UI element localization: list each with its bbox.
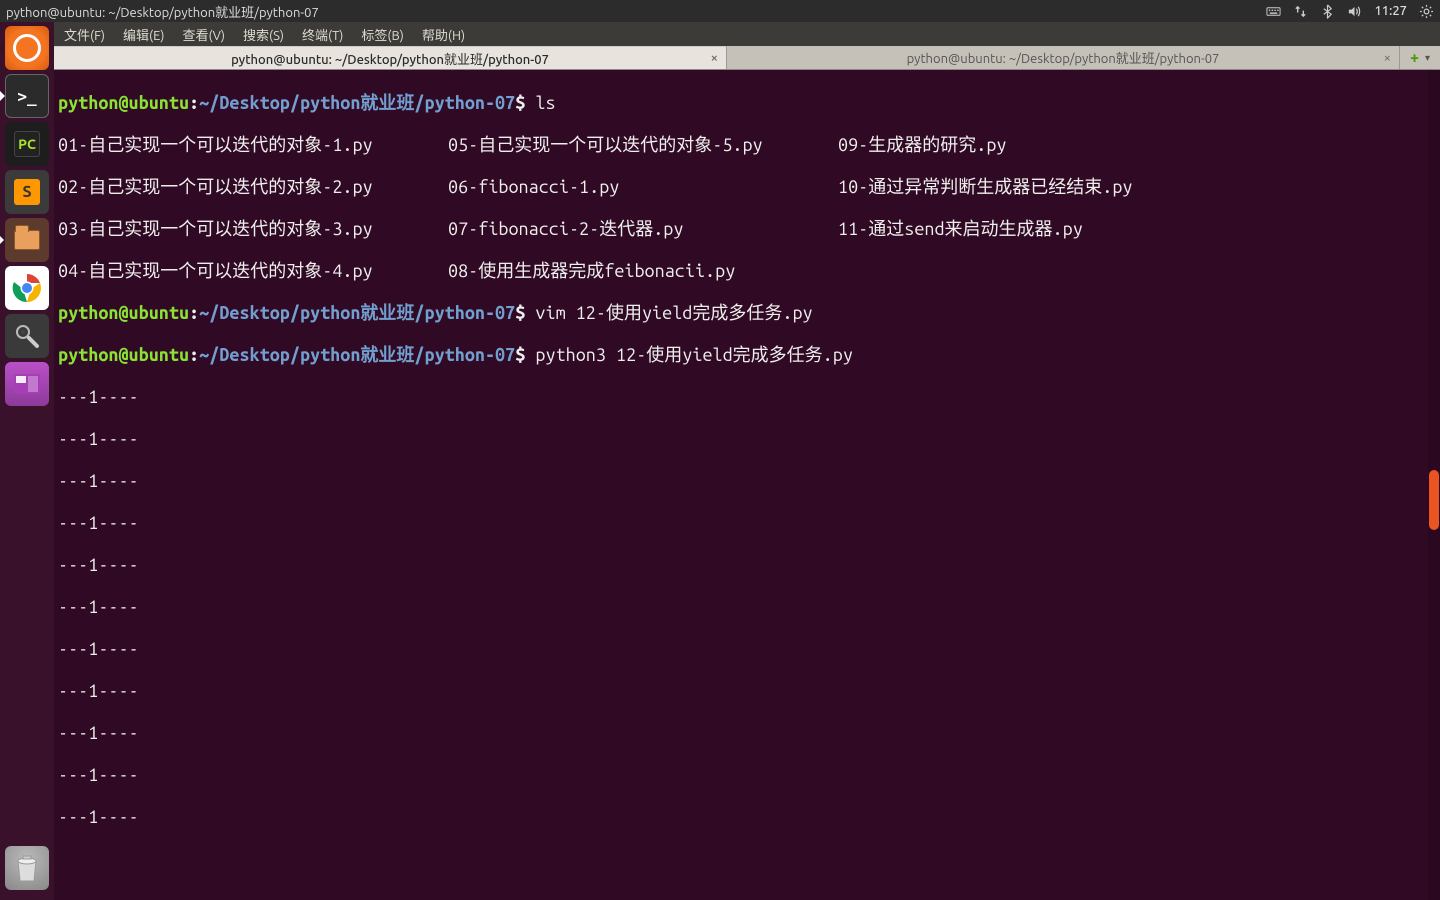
sublime-icon: S: [14, 179, 40, 205]
system-tray: 11:27: [1266, 4, 1434, 19]
gear-icon[interactable]: [1419, 4, 1434, 19]
cmd-ls: ls: [525, 93, 555, 113]
keyboard-icon[interactable]: [1266, 4, 1281, 19]
cmd-run: python3 12-使用yield完成多任务.py: [525, 345, 853, 365]
prompt-dollar: $: [515, 93, 525, 113]
menu-file[interactable]: 文件(F): [60, 23, 109, 46]
ls-r2c2: 06-fibonacci-1.py: [448, 177, 838, 198]
launcher-terminal[interactable]: >_: [5, 74, 49, 118]
menu-search[interactable]: 搜索(S): [239, 23, 288, 46]
prompt-line-1: python@ubuntu:~/Desktop/python就业班/python…: [58, 93, 1436, 114]
launcher-trash[interactable]: [5, 846, 49, 890]
ls-r1c2: 05-自己实现一个可以迭代的对象-5.py: [448, 135, 838, 156]
ls-r1c3: 09-生成器的研究.py: [838, 135, 1006, 156]
panel-icon: [14, 374, 40, 394]
trash-icon: [14, 853, 40, 883]
prompt-path-tail: /python-07: [414, 93, 515, 113]
tab-1[interactable]: python@ubuntu: ~/Desktop/python就业班/pytho…: [54, 46, 727, 69]
menu-edit[interactable]: 编辑(E): [119, 23, 168, 46]
out-1: ---1----: [58, 387, 1436, 408]
ls-r4c2: 08-使用生成器完成feibonacii.py: [448, 261, 838, 282]
launcher-pycharm[interactable]: PC: [5, 122, 49, 166]
out-9: ---1----: [58, 723, 1436, 744]
new-tab-button[interactable]: +: [1410, 49, 1419, 67]
menu-tabs[interactable]: 标签(B): [357, 23, 407, 46]
prompt-line-3: python@ubuntu:~/Desktop/python就业班/python…: [58, 345, 1436, 366]
out-8: ---1----: [58, 681, 1436, 702]
ls-row-2: 02-自己实现一个可以迭代的对象-2.py06-fibonacci-1.py10…: [58, 177, 1436, 198]
prompt-path-ascii: ~/Desktop/python: [199, 93, 360, 113]
tab-1-label: python@ubuntu: ~/Desktop/python就业班/pytho…: [231, 49, 549, 68]
launcher-ubuntu[interactable]: [5, 26, 49, 70]
folder-icon: [14, 230, 40, 250]
window-title: python@ubuntu: ~/Desktop/python就业班/pytho…: [6, 2, 319, 21]
ls-row-3: 03-自己实现一个可以迭代的对象-3.py07-fibonacci-2-迭代器.…: [58, 219, 1436, 240]
out-11: ---1----: [58, 807, 1436, 828]
out-2: ---1----: [58, 429, 1436, 450]
ls-r2c1: 02-自己实现一个可以迭代的对象-2.py: [58, 177, 448, 198]
scrollbar-thumb[interactable]: [1429, 470, 1439, 530]
top-panel: python@ubuntu: ~/Desktop/python就业班/pytho…: [0, 0, 1440, 22]
tab-menu-button[interactable]: ▾: [1425, 52, 1430, 64]
menu-help[interactable]: 帮助(H): [418, 23, 469, 46]
out-10: ---1----: [58, 765, 1436, 786]
tab-2-close-icon[interactable]: ×: [1384, 51, 1391, 65]
ls-r3c1: 03-自己实现一个可以迭代的对象-3.py: [58, 219, 448, 240]
ls-r4c1: 04-自己实现一个可以迭代的对象-4.py: [58, 261, 448, 282]
bluetooth-icon[interactable]: [1320, 4, 1335, 19]
launcher: >_ PC S: [0, 22, 54, 900]
launcher-sublime[interactable]: S: [5, 170, 49, 214]
out-4: ---1----: [58, 513, 1436, 534]
out-6: ---1----: [58, 597, 1436, 618]
network-icon[interactable]: [1293, 4, 1308, 19]
tab-actions: + ▾: [1400, 46, 1440, 69]
launcher-files[interactable]: [5, 218, 49, 262]
trash-wrap: [5, 846, 49, 890]
ls-row-4: 04-自己实现一个可以迭代的对象-4.py08-使用生成器完成feibonaci…: [58, 261, 1436, 282]
wrench-gear-icon: [13, 322, 41, 350]
out-5: ---1----: [58, 555, 1436, 576]
chrome-icon: [12, 273, 42, 303]
ls-r2c3: 10-通过异常判断生成器已经结束.py: [838, 177, 1132, 198]
ls-r3c2: 07-fibonacci-2-迭代器.py: [448, 219, 838, 240]
clock[interactable]: 11:27: [1374, 4, 1407, 18]
pycharm-icon: PC: [14, 131, 40, 157]
prompt-user: python@ubuntu: [58, 93, 189, 113]
ls-row-1: 01-自己实现一个可以迭代的对象-1.py05-自己实现一个可以迭代的对象-5.…: [58, 135, 1436, 156]
launcher-settings[interactable]: [5, 314, 49, 358]
menu-view[interactable]: 查看(V): [179, 23, 229, 46]
launcher-chrome[interactable]: [5, 266, 49, 310]
volume-icon[interactable]: [1347, 4, 1362, 19]
cmd-vim: vim 12-使用yield完成多任务.py: [525, 303, 812, 323]
tab-2-label: python@ubuntu: ~/Desktop/python就业班/pytho…: [907, 48, 1220, 67]
prompt-colon: :: [189, 93, 199, 113]
tab-2[interactable]: python@ubuntu: ~/Desktop/python就业班/pytho…: [727, 46, 1400, 69]
prompt-path-cjk: 就业班: [360, 93, 414, 113]
out-7: ---1----: [58, 639, 1436, 660]
terminal-body[interactable]: python@ubuntu:~/Desktop/python就业班/python…: [54, 70, 1440, 900]
terminal-icon: >_: [17, 87, 36, 106]
terminal-scrollbar[interactable]: [1428, 70, 1440, 900]
ls-r3c3: 11-通过send来启动生成器.py: [838, 219, 1083, 240]
out-3: ---1----: [58, 471, 1436, 492]
terminal-window: python@ubuntu: ~/Desktop/python就业班/pytho…: [54, 46, 1440, 900]
tabstrip: python@ubuntu: ~/Desktop/python就业班/pytho…: [54, 46, 1440, 70]
ls-r1c1: 01-自己实现一个可以迭代的对象-1.py: [58, 135, 448, 156]
terminal-menu-bar: 文件(F) 编辑(E) 查看(V) 搜索(S) 终端(T) 标签(B) 帮助(H…: [54, 22, 1440, 46]
prompt-line-2: python@ubuntu:~/Desktop/python就业班/python…: [58, 303, 1436, 324]
tab-1-close-icon[interactable]: ×: [711, 51, 718, 65]
launcher-other[interactable]: [5, 362, 49, 406]
menu-terminal[interactable]: 终端(T): [298, 23, 347, 46]
